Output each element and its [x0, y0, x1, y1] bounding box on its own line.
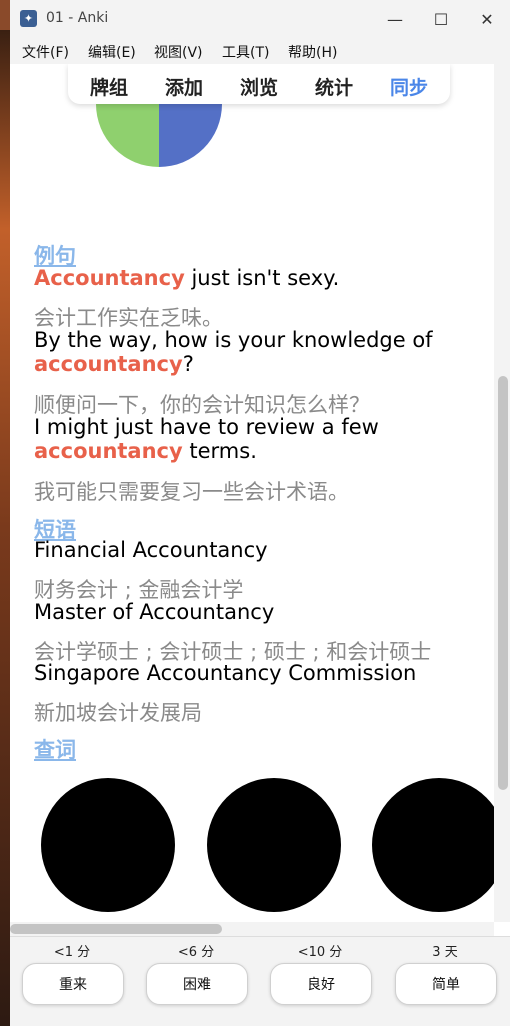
lookup-section-label[interactable]: 查词 [34, 734, 76, 764]
horizontal-scroll-thumb[interactable] [10, 924, 222, 934]
example-sentence-3: I might just have to review a few account… [34, 415, 379, 463]
dictionary-icon-1[interactable] [41, 778, 175, 912]
nav-stats[interactable]: 统计 [315, 73, 353, 100]
menu-file[interactable]: 文件(F) [22, 42, 69, 62]
phrase-3: Singapore Accountancy Commission [34, 661, 417, 685]
phrase-2: Master of Accountancy [34, 600, 275, 624]
title-bar: ✦ 01 - Anki — ☐ ✕ [10, 0, 510, 38]
desktop-background [0, 30, 10, 1026]
dictionary-icon-2[interactable] [207, 778, 341, 912]
answer-bar: <1 分 <6 分 <10 分 3 天 重来 困难 良好 简单 [10, 936, 510, 1017]
top-toolbar: 牌组 添加 浏览 统计 同步 [68, 64, 450, 104]
maximize-icon[interactable]: ☐ [418, 0, 464, 38]
pie-slice-green [96, 104, 159, 167]
easy-button[interactable]: 简单 [395, 963, 497, 1005]
interval-again: <1 分 [53, 945, 91, 960]
phrase-1: Financial Accountancy [34, 538, 268, 562]
good-button[interactable]: 良好 [270, 963, 372, 1005]
anki-app-icon: ✦ [20, 10, 37, 27]
interval-good: <10 分 [297, 945, 343, 960]
vertical-scrollbar[interactable] [494, 64, 510, 922]
pie-slice-blue [159, 104, 222, 167]
menu-edit[interactable]: 编辑(E) [88, 42, 136, 62]
menu-bar: 文件(F) 编辑(E) 视图(V) 工具(T) 帮助(H) [10, 38, 510, 64]
menu-view[interactable]: 视图(V) [154, 42, 203, 62]
nav-sync[interactable]: 同步 [390, 73, 428, 100]
dictionary-icon-3[interactable] [372, 778, 494, 912]
nav-add[interactable]: 添加 [165, 73, 203, 100]
again-button[interactable]: 重来 [22, 963, 124, 1005]
minimize-icon[interactable]: — [372, 0, 418, 38]
horizontal-scrollbar[interactable] [10, 922, 494, 936]
menu-tools[interactable]: 工具(T) [222, 42, 269, 62]
vertical-scroll-thumb[interactable] [498, 376, 508, 790]
nav-decks[interactable]: 牌组 [90, 73, 128, 100]
nav-browse[interactable]: 浏览 [240, 73, 278, 100]
menu-help[interactable]: 帮助(H) [288, 42, 337, 62]
window-bottom-edge [10, 1016, 510, 1026]
interval-easy: 3 天 [432, 945, 458, 960]
window-title: 01 - Anki [46, 10, 109, 26]
close-icon[interactable]: ✕ [464, 0, 510, 38]
example-translation-3: 我可能只需要复习一些会计术语。 [34, 480, 349, 504]
phrase-translation-3: 新加坡会计发展局 [34, 701, 202, 725]
card-content: 牌组 添加 浏览 统计 同步 例句 Accountancy just isn't… [10, 64, 494, 922]
interval-hard: <6 分 [177, 945, 215, 960]
example-sentence-1: Accountancy just isn't sexy. [34, 266, 340, 290]
hard-button[interactable]: 困难 [146, 963, 248, 1005]
anki-window: ✦ 01 - Anki — ☐ ✕ 文件(F) 编辑(E) 视图(V) 工具(T… [10, 0, 510, 1026]
example-sentence-2: By the way, how is your knowledge of acco… [34, 328, 433, 376]
